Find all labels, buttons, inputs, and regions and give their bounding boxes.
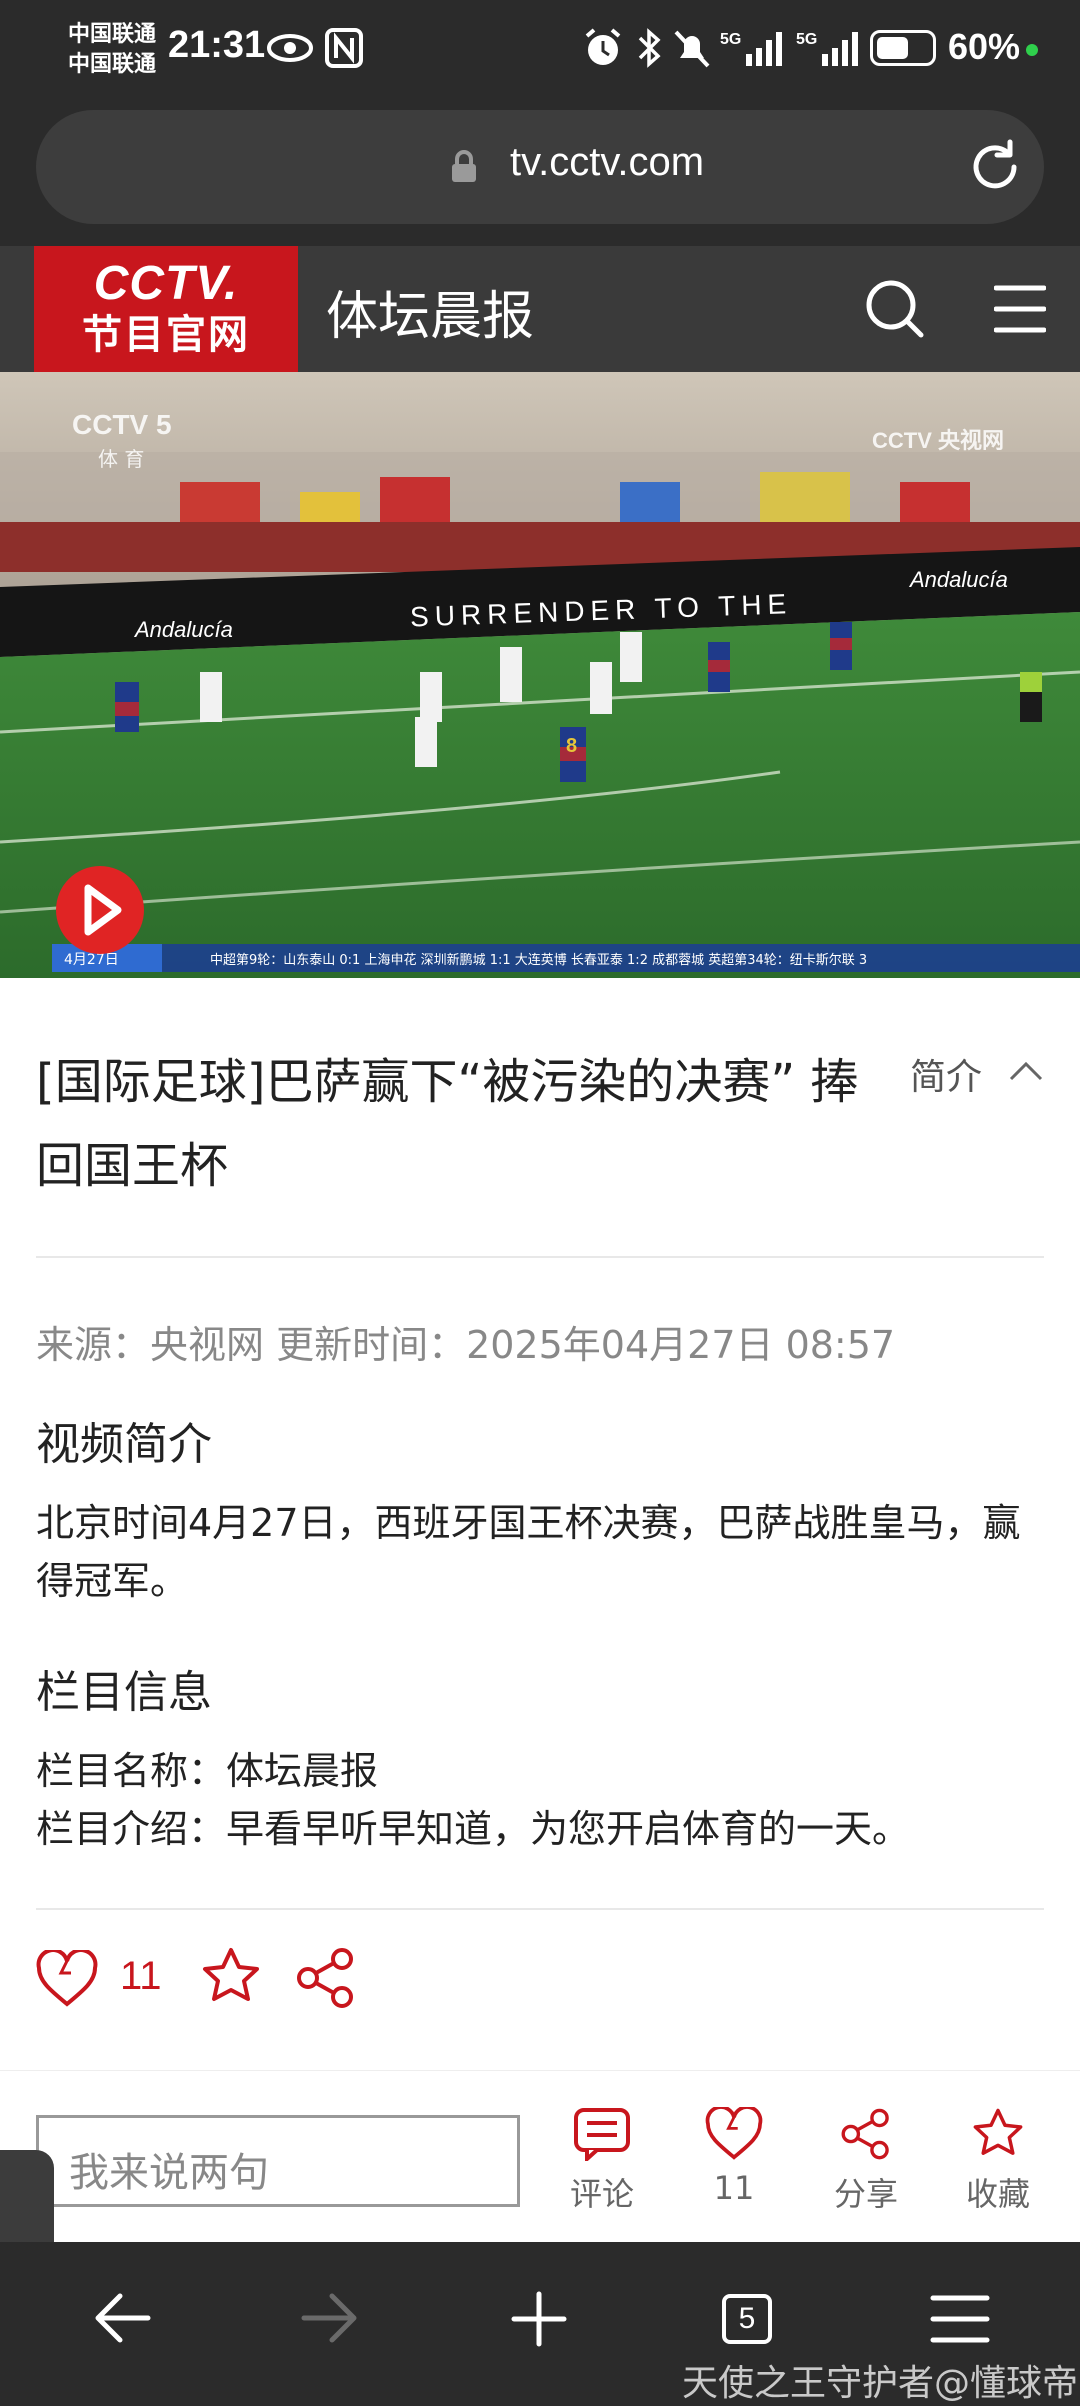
address-bar[interactable]: tv.cctv.com xyxy=(36,110,1044,224)
column-name: 栏目名称：体坛晨报 xyxy=(36,1749,379,1793)
signal-1-label: 5G xyxy=(720,31,741,48)
video-player[interactable]: SURRENDER TO THE Andalucía Andalucía 8 C… xyxy=(0,372,1080,978)
like-button[interactable]: 11 xyxy=(684,2105,784,2207)
like-heart-icon[interactable] xyxy=(36,1948,98,2012)
tab-switcher-button[interactable]: 5 xyxy=(722,2294,772,2344)
bluetooth-icon xyxy=(634,26,664,70)
article-meta: 来源：央视网 更新时间：2025年04月27日 08:57 xyxy=(36,1323,896,1367)
ticker-text: 中超第9轮：山东泰山 0:1 上海申花 深圳新鹏城 1:1 大连英博 长春亚泰 … xyxy=(210,952,867,968)
share-label: 分享 xyxy=(833,2175,898,2213)
play-logo-icon[interactable] xyxy=(54,864,146,960)
search-icon[interactable] xyxy=(862,276,928,346)
share-icon[interactable] xyxy=(294,1946,358,2014)
status-bar: 中国联通 中国联通 21:31 5G 5G 60% xyxy=(0,0,1080,105)
carrier-2: 中国联通 xyxy=(68,52,157,77)
sponsor-right: Andalucía xyxy=(908,567,1008,592)
url-text[interactable]: tv.cctv.com xyxy=(510,140,704,185)
watermark-text: 天使之王守护者@懂球帝 xyxy=(682,2363,1079,2404)
program-title: 体坛晨报 xyxy=(326,287,535,347)
star-icon xyxy=(973,2108,1023,2155)
site-header: CCTV. 节目官网 体坛晨报 xyxy=(0,246,1080,372)
comment-button[interactable]: 评论 xyxy=(552,2107,652,2215)
share-button[interactable]: 分享 xyxy=(816,2107,916,2215)
comment-label: 评论 xyxy=(569,2175,634,2213)
logo-line-1: CCTV. xyxy=(93,257,239,310)
battery-percent: 60% xyxy=(948,26,1021,67)
comment-bar: 我来说两句 评论 11 分享 收藏 xyxy=(0,2070,1080,2243)
sponsor-left: Andalucía xyxy=(133,617,233,642)
video-frame: SURRENDER TO THE Andalucía Andalucía 8 C… xyxy=(0,372,1080,978)
lock-icon xyxy=(450,150,478,188)
eye-icon xyxy=(266,26,314,70)
battery-fill xyxy=(877,37,908,59)
browser-menu-icon[interactable] xyxy=(930,2294,990,2348)
menu-icon[interactable] xyxy=(993,284,1047,338)
video-intro-heading: 视频简介 xyxy=(36,1419,212,1470)
divider xyxy=(36,1256,1044,1258)
reload-icon[interactable] xyxy=(964,136,1026,202)
article-headline: [国际足球]巴萨赢下“被污染的决赛” 捧回国王杯 xyxy=(36,1054,859,1194)
new-tab-plus-icon[interactable] xyxy=(510,2290,568,2352)
mute-bell-icon xyxy=(672,26,712,70)
carrier-1: 中国联通 xyxy=(68,22,157,47)
cctv-logo[interactable]: CCTV. 节目官网 xyxy=(34,246,298,372)
like-count: 11 xyxy=(120,1954,162,1998)
channel-mark: CCTV 5 xyxy=(72,409,172,440)
player-number: 8 xyxy=(566,735,577,757)
back-arrow-icon[interactable] xyxy=(92,2290,152,2350)
divider xyxy=(36,1908,1044,1910)
article-content: [国际足球]巴萨赢下“被污染的决赛” 捧回国王杯 简介 来源：央视网 更新时间：… xyxy=(0,978,1080,2108)
comment-icon xyxy=(574,2108,630,2164)
favorite-button[interactable]: 收藏 xyxy=(948,2107,1048,2215)
favorite-label: 收藏 xyxy=(965,2175,1030,2213)
alarm-icon xyxy=(582,26,624,70)
clock: 21:31 xyxy=(168,24,266,66)
comment-input[interactable]: 我来说两句 xyxy=(36,2115,520,2207)
forward-arrow-icon[interactable] xyxy=(300,2290,360,2350)
like-label: 11 xyxy=(713,2169,755,2207)
channel-sub: 体 育 xyxy=(98,447,144,471)
video-intro-text: 北京时间4月27日，西班牙国王杯决赛，巴萨战胜皇马，赢得冠军。 xyxy=(36,1501,1021,1603)
chevron-up-icon[interactable] xyxy=(1008,1060,1044,1086)
intro-toggle-label[interactable]: 简介 xyxy=(910,1048,982,1100)
logo-line-2: 节目官网 xyxy=(82,312,250,358)
signal-2-label: 5G xyxy=(796,31,817,48)
heart-icon xyxy=(705,2105,763,2160)
favorite-star-icon[interactable] xyxy=(200,1946,262,2012)
column-desc: 栏目介绍：早看早听早知道，为您开启体育的一天。 xyxy=(36,1807,911,1851)
signal-2-icon: 5G xyxy=(796,26,860,70)
corner-mark: CCTV 央视网 xyxy=(872,428,1004,453)
privacy-indicator-dot xyxy=(1026,44,1038,56)
battery-icon xyxy=(870,30,936,66)
carrier-labels: 中国联通 中国联通 xyxy=(68,20,156,80)
nfc-icon xyxy=(324,26,364,70)
signal-1-icon: 5G xyxy=(720,26,784,70)
browser-nav-bar: 5 天使之王守护者@懂球帝 xyxy=(0,2242,1080,2404)
comment-placeholder: 我来说两句 xyxy=(69,2150,269,2196)
column-info-heading: 栏目信息 xyxy=(36,1667,212,1718)
share-icon xyxy=(841,2108,889,2160)
